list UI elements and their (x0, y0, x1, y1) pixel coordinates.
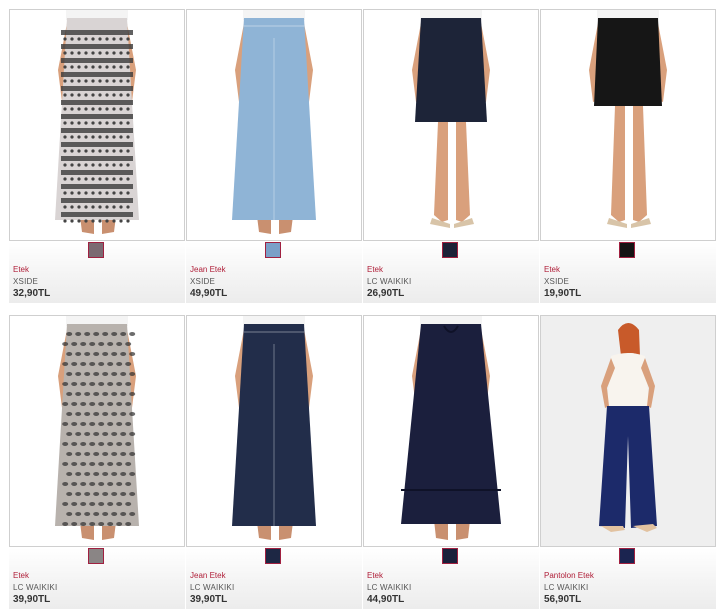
product-price: 39,90TL (190, 594, 228, 605)
product-grid: Etek XSIDE 32,90TL Jean Etek XSIDE 49,90TL Ete… (0, 0, 722, 609)
product-image[interactable] (186, 315, 362, 547)
color-swatch[interactable] (88, 548, 104, 564)
product-brand: XSIDE (544, 277, 570, 286)
product-brand: LC WAIKIKI (367, 583, 412, 592)
product-image[interactable] (9, 315, 185, 547)
product-brand: LC WAIKIKI (544, 583, 589, 592)
product-category[interactable]: Etek (367, 571, 383, 581)
product-image[interactable] (363, 9, 539, 241)
product-card[interactable]: Jean Etek LC WAIKIKI 39,90TL (186, 315, 362, 609)
product-image[interactable] (9, 9, 185, 241)
product-image[interactable] (363, 315, 539, 547)
color-swatch[interactable] (265, 242, 281, 258)
product-info: Etek XSIDE 19,90TL (540, 242, 716, 303)
product-info: Etek LC WAIKIKI 39,90TL (9, 548, 185, 609)
product-info: Etek XSIDE 32,90TL (9, 242, 185, 303)
product-card[interactable]: Jean Etek XSIDE 49,90TL (186, 9, 362, 303)
color-swatch[interactable] (442, 242, 458, 258)
product-category[interactable]: Jean Etek (190, 571, 226, 581)
product-info: Etek LC WAIKIKI 44,90TL (363, 548, 539, 609)
product-category[interactable]: Etek (13, 265, 29, 275)
product-card[interactable]: Etek LC WAIKIKI 39,90TL (9, 315, 185, 609)
product-card[interactable]: Pantolon Etek LC WAIKIKI 56,90TL (540, 315, 716, 609)
product-category[interactable]: Etek (544, 265, 560, 275)
product-category[interactable]: Pantolon Etek (544, 571, 594, 581)
product-brand: XSIDE (13, 277, 39, 286)
product-price: 19,90TL (544, 288, 582, 299)
product-category[interactable]: Jean Etek (190, 265, 226, 275)
product-brand: LC WAIKIKI (13, 583, 58, 592)
product-price: 32,90TL (13, 288, 51, 299)
product-category[interactable]: Etek (367, 265, 383, 275)
product-price: 26,90TL (367, 288, 405, 299)
product-info: Pantolon Etek LC WAIKIKI 56,90TL (540, 548, 716, 609)
product-card[interactable]: Etek XSIDE 32,90TL (9, 9, 185, 303)
product-card[interactable]: Etek LC WAIKIKI 44,90TL (363, 315, 539, 609)
product-price: 49,90TL (190, 288, 228, 299)
product-brand: XSIDE (190, 277, 216, 286)
product-brand: LC WAIKIKI (367, 277, 412, 286)
product-price: 44,90TL (367, 594, 405, 605)
color-swatch[interactable] (88, 242, 104, 258)
color-swatch[interactable] (442, 548, 458, 564)
color-swatch[interactable] (265, 548, 281, 564)
product-info: Etek LC WAIKIKI 26,90TL (363, 242, 539, 303)
product-image[interactable] (540, 315, 716, 547)
product-image[interactable] (186, 9, 362, 241)
color-swatch[interactable] (619, 242, 635, 258)
product-image[interactable] (540, 9, 716, 241)
product-info: Jean Etek LC WAIKIKI 39,90TL (186, 548, 362, 609)
product-price: 56,90TL (544, 594, 582, 605)
product-card[interactable]: Etek XSIDE 19,90TL (540, 9, 716, 303)
product-card[interactable]: Etek LC WAIKIKI 26,90TL (363, 9, 539, 303)
product-price: 39,90TL (13, 594, 51, 605)
product-category[interactable]: Etek (13, 571, 29, 581)
product-info: Jean Etek XSIDE 49,90TL (186, 242, 362, 303)
product-brand: LC WAIKIKI (190, 583, 235, 592)
color-swatch[interactable] (619, 548, 635, 564)
